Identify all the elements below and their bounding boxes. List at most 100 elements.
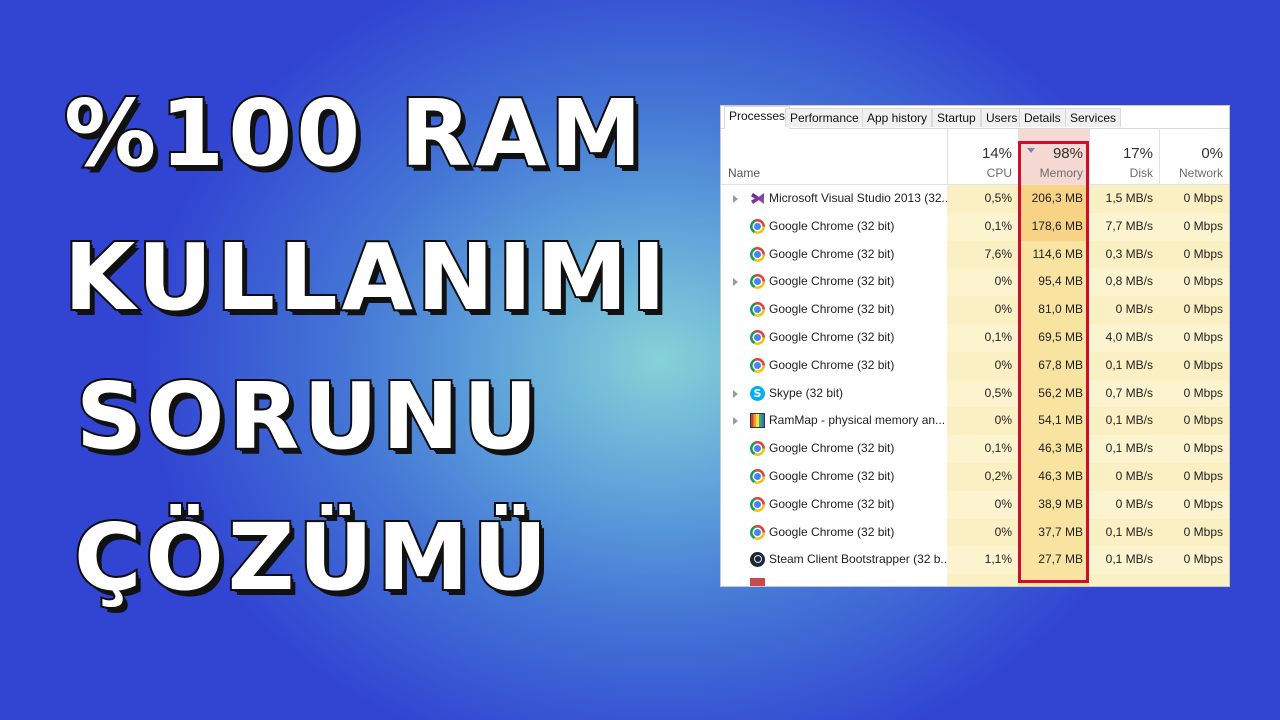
table-row[interactable]: Google Chrome (32 bit) 0% 81,0 MB 0 MB/s 0 M… bbox=[721, 296, 1229, 324]
expand-arrow-icon[interactable] bbox=[733, 195, 738, 203]
cpu-cell: 0,1% bbox=[947, 435, 1018, 463]
table-row[interactable]: Microsoft Visual Studio 2013 (32... 0,5% 2… bbox=[721, 185, 1229, 213]
disk-percent: 17% bbox=[1122, 145, 1153, 162]
network-cell: 0 Mbps bbox=[1159, 407, 1229, 436]
process-name: Microsoft Visual Studio 2013 (32... bbox=[769, 191, 947, 205]
column-header-network[interactable]: 0% Network bbox=[1159, 129, 1229, 184]
chrome-icon bbox=[750, 468, 765, 484]
process-name-cell bbox=[721, 574, 947, 586]
process-name: Google Chrome (32 bit) bbox=[769, 468, 895, 483]
memory-cell: 38,9 MB bbox=[1018, 490, 1089, 519]
process-name-cell: S Skype (32 bit) bbox=[721, 379, 947, 408]
process-name: Google Chrome (32 bit) bbox=[769, 218, 895, 233]
table-row[interactable]: Google Chrome (32 bit) 0% 38,9 MB 0 MB/s 0 M… bbox=[721, 490, 1229, 519]
cpu-cell: 0% bbox=[947, 407, 1018, 436]
network-cell: 0 Mbps bbox=[1159, 518, 1229, 547]
memory-cell: 37,7 MB bbox=[1018, 518, 1089, 547]
expand-arrow-icon[interactable] bbox=[733, 278, 738, 287]
disk-cell: 0 MB/s bbox=[1089, 490, 1159, 519]
expand-arrow-icon[interactable] bbox=[733, 389, 738, 398]
table-row[interactable]: Google Chrome (32 bit) 7,6% 114,6 MB 0,3 MB… bbox=[721, 240, 1229, 269]
disk-cell: 0,1 MB/s bbox=[1089, 351, 1159, 380]
column-label-disk: Disk bbox=[1129, 166, 1153, 180]
process-name-cell: Google Chrome (32 bit) bbox=[721, 351, 947, 380]
skype-icon: S bbox=[750, 385, 765, 401]
rammap-icon bbox=[750, 413, 765, 429]
task-manager-window: Processes Performance App history Startu… bbox=[720, 105, 1230, 587]
cpu-cell: 0,1% bbox=[947, 323, 1018, 352]
chrome-icon bbox=[750, 302, 765, 318]
column-header-disk[interactable]: 17% Disk bbox=[1089, 129, 1159, 184]
disk-cell: 4,0 MB/s bbox=[1089, 323, 1159, 352]
column-header-memory[interactable]: 98% Memory bbox=[1018, 129, 1089, 184]
tab-details[interactable]: Details bbox=[1019, 108, 1066, 127]
disk-cell: 0,1 MB/s bbox=[1089, 518, 1159, 547]
tab-users[interactable]: Users bbox=[981, 108, 1023, 127]
visual-studio-icon bbox=[750, 191, 765, 206]
memory-cell bbox=[1018, 574, 1089, 586]
headline-line-3: SORUNU bbox=[74, 363, 542, 470]
network-cell: 0 Mbps bbox=[1159, 462, 1229, 491]
memory-cell: 206,3 MB bbox=[1018, 185, 1089, 213]
chrome-icon bbox=[750, 524, 765, 540]
table-row[interactable]: Google Chrome (32 bit) 0,1% 69,5 MB 4,0 MB/… bbox=[721, 323, 1229, 352]
process-name: Steam Client Bootstrapper (32 b... bbox=[769, 552, 947, 567]
column-label-memory: Memory bbox=[1039, 166, 1083, 180]
cpu-cell: 7,6% bbox=[947, 240, 1018, 269]
cpu-cell: 0,1% bbox=[947, 212, 1018, 241]
table-row[interactable]: Google Chrome (32 bit) 0,1% 178,6 MB 7,7 MB… bbox=[721, 212, 1229, 241]
process-name-cell: Steam Client Bootstrapper (32 b... bbox=[721, 546, 947, 575]
process-name-cell: Google Chrome (32 bit) bbox=[721, 268, 947, 297]
cpu-cell: 0% bbox=[947, 351, 1018, 380]
cpu-cell: 0% bbox=[947, 268, 1018, 297]
network-cell: 0 Mbps bbox=[1159, 546, 1229, 575]
column-header-cpu[interactable]: 14% CPU bbox=[947, 129, 1018, 184]
disk-cell: 1,5 MB/s bbox=[1089, 185, 1159, 213]
chrome-icon bbox=[750, 218, 765, 234]
chrome-icon bbox=[750, 246, 765, 262]
table-row[interactable]: Google Chrome (32 bit) 0% 37,7 MB 0,1 MB/s 0… bbox=[721, 518, 1229, 547]
tab-startup[interactable]: Startup bbox=[932, 108, 981, 127]
table-row[interactable]: S Skype (32 bit) 0,5% 56,2 MB 0,7 MB/s 0 Mbps bbox=[721, 379, 1229, 408]
tab-performance[interactable]: Performance bbox=[785, 108, 864, 127]
disk-cell: 0,3 MB/s bbox=[1089, 240, 1159, 269]
table-row[interactable]: Steam Client Bootstrapper (32 b... 1,1% 27… bbox=[721, 546, 1229, 575]
cpu-cell: 1,1% bbox=[947, 546, 1018, 575]
cpu-cell: 0,5% bbox=[947, 185, 1018, 213]
tab-services[interactable]: Services bbox=[1065, 108, 1122, 127]
process-name-cell: Google Chrome (32 bit) bbox=[721, 323, 947, 352]
network-cell: 0 Mbps bbox=[1159, 323, 1229, 352]
network-cell: 0 Mbps bbox=[1159, 490, 1229, 519]
disk-cell: 0 MB/s bbox=[1089, 462, 1159, 491]
disk-cell bbox=[1089, 574, 1159, 586]
network-cell: 0 Mbps bbox=[1159, 379, 1229, 408]
expand-arrow-icon[interactable] bbox=[733, 417, 738, 426]
column-header-row: Name 14% CPU 98% Memory 17% Disk 0% Netw… bbox=[721, 129, 1229, 185]
table-row[interactable]: Google Chrome (32 bit) 0% 67,8 MB 0,1 MB/s 0… bbox=[721, 351, 1229, 380]
table-row[interactable]: Google Chrome (32 bit) 0,2% 46,3 MB 0 MB/s 0… bbox=[721, 462, 1229, 491]
process-name: Skype (32 bit) bbox=[769, 385, 844, 400]
table-row[interactable]: RamMap - physical memory an... 0% 54,1 MB 0… bbox=[721, 407, 1229, 436]
process-name: Google Chrome (32 bit) bbox=[769, 441, 895, 456]
tab-app-history[interactable]: App history bbox=[862, 108, 933, 127]
network-cell: 0 Mbps bbox=[1159, 268, 1229, 297]
process-name-cell: Google Chrome (32 bit) bbox=[721, 490, 947, 519]
column-label-name: Name bbox=[728, 166, 761, 180]
memory-cell: 46,3 MB bbox=[1018, 435, 1089, 463]
process-name: RamMap - physical memory an... bbox=[769, 413, 946, 428]
disk-cell: 0,8 MB/s bbox=[1089, 268, 1159, 297]
table-row[interactable]: Google Chrome (32 bit) 0,1% 46,3 MB 0,1 MB/… bbox=[721, 435, 1229, 463]
network-cell bbox=[1159, 574, 1229, 586]
headline-line-2: KULLANIMI bbox=[62, 224, 670, 331]
column-header-name[interactable]: Name bbox=[721, 129, 947, 184]
memory-cell: 27,7 MB bbox=[1018, 546, 1089, 575]
process-name: Google Chrome (32 bit) bbox=[769, 302, 895, 317]
process-list: Microsoft Visual Studio 2013 (32... 0,5% 2… bbox=[721, 185, 1229, 586]
app-icon bbox=[750, 578, 765, 586]
cpu-percent: 14% bbox=[981, 145, 1012, 162]
memory-cell: 81,0 MB bbox=[1018, 296, 1089, 324]
table-row[interactable]: Google Chrome (32 bit) 0% 95,4 MB 0,8 MB/s 0… bbox=[721, 268, 1229, 297]
cpu-cell: 0% bbox=[947, 296, 1018, 324]
process-name-cell: Google Chrome (32 bit) bbox=[721, 240, 947, 269]
tab-processes[interactable]: Processes bbox=[724, 106, 791, 129]
